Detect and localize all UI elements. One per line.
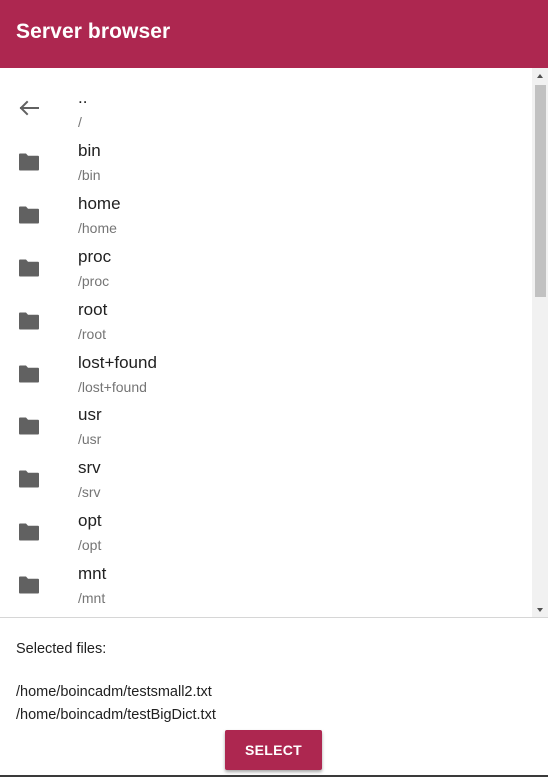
list-item-name: proc bbox=[78, 246, 112, 266]
list-item[interactable]: lost+found/lost+found bbox=[0, 339, 532, 395]
selected-files-label: Selected files: bbox=[16, 641, 107, 657]
scroll-down-arrow[interactable] bbox=[532, 602, 548, 617]
folder-icon bbox=[18, 523, 40, 541]
folder-icon bbox=[18, 312, 40, 330]
arrow-left-icon bbox=[18, 99, 40, 117]
folder-icon bbox=[18, 206, 40, 224]
list-item[interactable]: bin/bin bbox=[0, 127, 532, 183]
folder-icon bbox=[18, 417, 40, 435]
folder-icon bbox=[18, 470, 40, 488]
list-item-name: lost+found bbox=[78, 352, 157, 372]
list-item[interactable]: home/home bbox=[0, 180, 532, 236]
list-item-name: .. bbox=[78, 88, 88, 107]
list-item-name: opt bbox=[78, 511, 102, 531]
dialog-footer: Selected files: /home/boincadm/testsmall… bbox=[0, 619, 548, 777]
list-item[interactable]: usr/usr bbox=[0, 391, 532, 447]
list-item-parent-directory[interactable]: .. / bbox=[0, 74, 532, 130]
list-item-name: usr bbox=[78, 405, 102, 425]
folder-icon bbox=[18, 153, 40, 171]
list-item-name: root bbox=[78, 299, 108, 319]
list-item[interactable]: sbin/sbin bbox=[0, 603, 532, 617]
list-item[interactable]: proc/proc bbox=[0, 233, 532, 289]
folder-icon bbox=[18, 365, 40, 383]
list-item[interactable]: srv/srv bbox=[0, 444, 532, 500]
list-item-name: mnt bbox=[78, 564, 107, 584]
scrollbar-thumb[interactable] bbox=[535, 85, 546, 297]
dialog-title: Server browser bbox=[16, 20, 171, 43]
list-item-name: srv bbox=[78, 458, 101, 478]
caret-up-icon bbox=[537, 74, 543, 78]
list-item[interactable]: mnt/mnt bbox=[0, 550, 532, 606]
folder-icon bbox=[18, 576, 40, 594]
server-browser-dialog: Server browser .. / bin/bin home/home proc/p… bbox=[0, 0, 548, 777]
selected-file: /home/boincadm/testBigDict.txt bbox=[16, 707, 216, 723]
scroll-up-arrow[interactable] bbox=[532, 68, 548, 84]
folder-icon bbox=[18, 259, 40, 277]
select-button[interactable]: SELECT bbox=[225, 730, 322, 770]
scrollbar[interactable] bbox=[532, 68, 548, 617]
file-list-area[interactable]: .. / bin/bin home/home proc/proc root/root los… bbox=[0, 68, 548, 618]
list-item-name: sbin bbox=[78, 616, 109, 617]
selected-files-list: /home/boincadm/testsmall2.txt /home/boin… bbox=[16, 681, 216, 727]
list-item-name: home bbox=[78, 193, 121, 213]
caret-down-icon bbox=[537, 608, 543, 612]
selected-file: /home/boincadm/testsmall2.txt bbox=[16, 684, 212, 700]
list-item[interactable]: opt/opt bbox=[0, 497, 532, 553]
dialog-header: Server browser bbox=[0, 0, 548, 68]
list-item[interactable]: root/root bbox=[0, 286, 532, 342]
list-item-name: bin bbox=[78, 140, 101, 160]
